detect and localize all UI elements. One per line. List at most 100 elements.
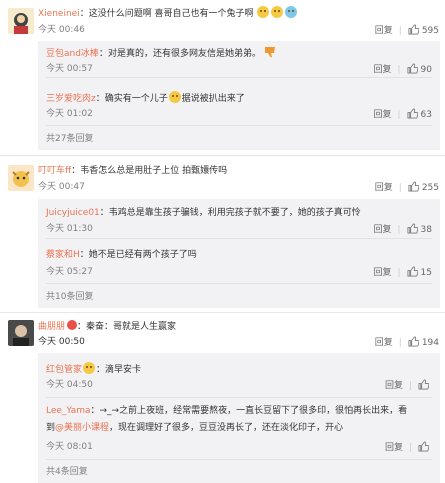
comment-actions: 回复 | 595 — [375, 24, 439, 38]
emoji-icon — [271, 6, 284, 18]
reply-actions: 回复 | — [385, 441, 432, 455]
like-button[interactable] — [418, 379, 432, 391]
more-replies-link[interactable]: 共10条回复 — [46, 291, 93, 304]
thumbs-up-icon — [407, 223, 418, 234]
username-link[interactable]: 叮叮车ff — [38, 166, 71, 176]
reply-time: 今天 05:27 — [46, 267, 93, 277]
reply-item: Juicyjuice01：韦鸡总是靠生孩子骗钱，利用完孩子就不要了，她的孩子真可… — [46, 199, 440, 239]
comment-body: 叮叮车ff：韦香怎么总是用肚子上位 拍甄嬛传吗 — [38, 165, 227, 178]
avatar[interactable] — [8, 165, 34, 191]
username-link[interactable]: 豆包and冰棒 — [46, 49, 99, 59]
thumbs-up-icon — [407, 266, 418, 277]
divider — [46, 283, 432, 284]
reply-time: 今天 01:30 — [46, 224, 93, 234]
thumbs-up-icon — [407, 63, 418, 74]
divider: | — [398, 183, 402, 193]
reply-item: 蔡家和H：她不是已经有两个孩子了吗 今天 05:27 回复 | 15 — [46, 244, 440, 284]
reply-button[interactable]: 回复 — [373, 65, 391, 75]
more-replies-link[interactable]: 共27条回复 — [46, 133, 93, 146]
divider — [0, 155, 445, 156]
reply-button[interactable]: 回复 — [373, 225, 391, 235]
reply-item: 红包管家 ：滴早安卡 今天 04:50 回复 | — [46, 353, 440, 398]
like-count: 15 — [420, 268, 432, 278]
divider — [0, 312, 445, 313]
divider: | — [397, 268, 401, 278]
username-link[interactable]: Juicyjuice01 — [46, 208, 100, 218]
reply-time: 今天 00:57 — [46, 64, 93, 74]
avatar[interactable] — [8, 8, 34, 34]
comment-text: ：秦奋：哥就是人生赢家 — [77, 322, 177, 332]
comment-time: 今天 00:50 — [38, 337, 85, 347]
reply-text: ：她不是已经有两个孩子了吗 — [79, 250, 197, 260]
reply-button[interactable]: 回复 — [375, 338, 393, 348]
divider: | — [397, 65, 401, 75]
emoji-icon — [285, 6, 298, 18]
like-button[interactable]: 255 — [408, 181, 439, 193]
reply-text: ：确实有一个儿子 — [95, 94, 168, 104]
reply-text: ：滴早安卡 — [96, 365, 142, 375]
reply-button[interactable]: 回复 — [375, 26, 393, 36]
like-button[interactable] — [418, 441, 432, 453]
emoji-icon — [257, 6, 270, 18]
thumbs-up-icon — [407, 108, 418, 119]
reply-time: 今天 08:01 — [46, 442, 93, 452]
like-button[interactable]: 63 — [407, 108, 432, 120]
reply-item: Lee_Yama：→_→之前上夜班，经常需要熬夜，一直长豆留下了很多印，很怕再长… — [46, 403, 440, 463]
reply-button[interactable]: 回复 — [375, 183, 393, 193]
divider — [46, 238, 432, 239]
reply-actions: 回复 | 38 — [373, 223, 432, 237]
comment-time: 今天 00:46 — [38, 25, 85, 35]
reply-list: Juicyjuice01：韦鸡总是靠生孩子骗钱，利用完孩子就不要了，她的孩子真可… — [38, 199, 440, 308]
reply-button[interactable]: 回复 — [385, 381, 403, 391]
reply-actions: 回复 | — [385, 379, 432, 393]
reply-text: ，现在调理好了很多，豆豆没再长了，还在淡化印子，开心 — [109, 423, 344, 433]
like-button[interactable]: 194 — [408, 336, 439, 348]
divider — [46, 397, 432, 398]
thumbs-up-icon — [418, 441, 429, 452]
username-link[interactable]: 曲朋朋 — [38, 322, 65, 332]
thumbs-up-icon — [408, 336, 419, 347]
like-button[interactable]: 15 — [407, 266, 432, 278]
like-button[interactable]: 595 — [408, 24, 439, 36]
like-button[interactable]: 90 — [407, 63, 432, 75]
reply-button[interactable]: 回复 — [373, 110, 391, 120]
username-link[interactable]: Xieneinei — [38, 9, 80, 19]
like-count: 63 — [420, 110, 432, 120]
reply-actions: 回复 | 90 — [373, 63, 432, 77]
reply-list: 红包管家 ：滴早安卡 今天 04:50 回复 | Lee_Yama：→_→之前上夜班… — [38, 353, 440, 483]
reply-button[interactable]: 回复 — [373, 268, 391, 278]
divider — [46, 459, 432, 460]
reply-text: 到 — [46, 423, 56, 433]
more-replies-link[interactable]: 共4条回复 — [46, 466, 88, 479]
username-link[interactable]: 红包管家 — [46, 365, 82, 375]
username-link[interactable]: Lee_Yama — [46, 406, 91, 416]
reply-button[interactable]: 回复 — [385, 443, 403, 453]
reply-actions: 回复 | 15 — [373, 266, 432, 280]
thumbs-up-icon — [418, 379, 429, 390]
comment-actions: 回复 | 194 — [375, 336, 439, 350]
avatar[interactable] — [8, 320, 34, 346]
comment-time: 今天 00:47 — [38, 182, 85, 192]
comment-thread: Xieneinei：这没什么问题啊 喜哥自己也有一个兔子啊 今天 00:46 回… — [0, 0, 445, 150]
comment-thread: 叮叮车ff：韦香怎么总是用肚子上位 拍甄嬛传吗 今天 00:47 回复 | 255 … — [0, 158, 445, 308]
divider: | — [398, 338, 402, 348]
reply-text: ：韦鸡总是靠生孩子骗钱，利用完孩子就不要了，她的孩子真可怜 — [99, 208, 361, 218]
like-count: 38 — [420, 225, 432, 235]
username-link[interactable]: 三岁爱吃肉z — [46, 94, 96, 104]
divider: | — [397, 110, 401, 120]
comment-actions: 回复 | 255 — [375, 181, 439, 195]
like-button[interactable]: 38 — [407, 223, 432, 235]
divider: | — [397, 225, 401, 235]
divider: | — [398, 26, 402, 36]
divider — [46, 77, 432, 78]
username-link[interactable]: 蔡家和H — [46, 250, 80, 260]
reply-time: 今天 04:50 — [46, 380, 93, 390]
reply-item: 三岁爱吃肉z：确实有一个儿子 据说被扒出来了 今天 01:02 回复 | 63 — [46, 86, 440, 126]
comment-text: ：韦香怎么总是用肚子上位 拍甄嬛传吗 — [71, 166, 228, 176]
comment-body: Xieneinei：这没什么问题啊 喜哥自己也有一个兔子啊 — [38, 6, 298, 21]
vip-badge-icon — [67, 320, 78, 330]
divider — [46, 125, 432, 126]
mention-link[interactable]: @美丽小课程 — [55, 423, 109, 433]
reply-item: 豆包and冰棒：对是真的，还有很多网友信是她弟弟。 今天 00:57 回复 | 90 — [46, 41, 440, 78]
thumbs-down-icon — [264, 47, 275, 58]
